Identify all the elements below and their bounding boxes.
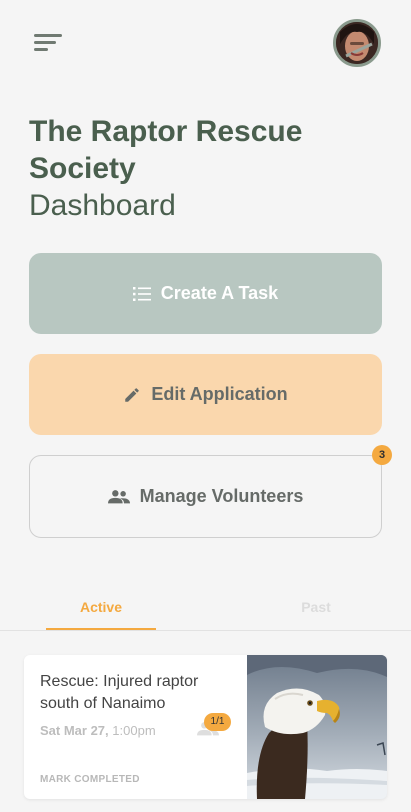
task-time: 1:00pm xyxy=(112,723,156,738)
edit-application-button[interactable]: Edit Application xyxy=(29,354,382,435)
menu-icon-line xyxy=(34,48,48,51)
list-icon xyxy=(132,286,151,301)
task-title: Rescue: Injured raptor south of Nanaimo xyxy=(40,673,199,712)
manage-volunteers-button[interactable]: Manage Volunteers xyxy=(29,455,382,538)
task-datetime: Sat Mar 27, 1:00pm xyxy=(40,723,156,738)
task-tabs: Active Past xyxy=(0,588,411,631)
create-task-button[interactable]: Create A Task xyxy=(29,253,382,334)
edit-application-label: Edit Application xyxy=(151,384,288,404)
org-name: The Raptor Rescue Society xyxy=(29,115,303,185)
dashboard-page: The Raptor Rescue Society Dashboard Crea… xyxy=(0,0,411,812)
tab-past[interactable]: Past xyxy=(261,588,371,630)
menu-button[interactable] xyxy=(29,30,65,60)
volunteers-notification-badge: 3 xyxy=(372,445,392,465)
tab-active[interactable]: Active xyxy=(46,588,156,630)
page-subtitle: Dashboard xyxy=(29,189,176,222)
avatar-image xyxy=(336,22,378,64)
manage-volunteers-label: Manage Volunteers xyxy=(139,486,304,506)
people-icon xyxy=(107,489,130,503)
menu-icon xyxy=(34,34,62,37)
bald-eagle-photo xyxy=(247,655,387,799)
menu-icon-line xyxy=(34,41,56,44)
pencil-icon xyxy=(125,387,140,402)
create-task-label: Create A Task xyxy=(160,283,279,303)
task-card[interactable]: Rescue: Injured raptor south of Nanaimo … xyxy=(24,655,387,799)
mark-completed-button[interactable]: MARK COMPLETED xyxy=(40,774,140,785)
task-date: Sat Mar 27, xyxy=(40,723,109,738)
volunteer-count-badge: 1/1 xyxy=(204,713,231,731)
user-avatar[interactable] xyxy=(333,19,381,67)
